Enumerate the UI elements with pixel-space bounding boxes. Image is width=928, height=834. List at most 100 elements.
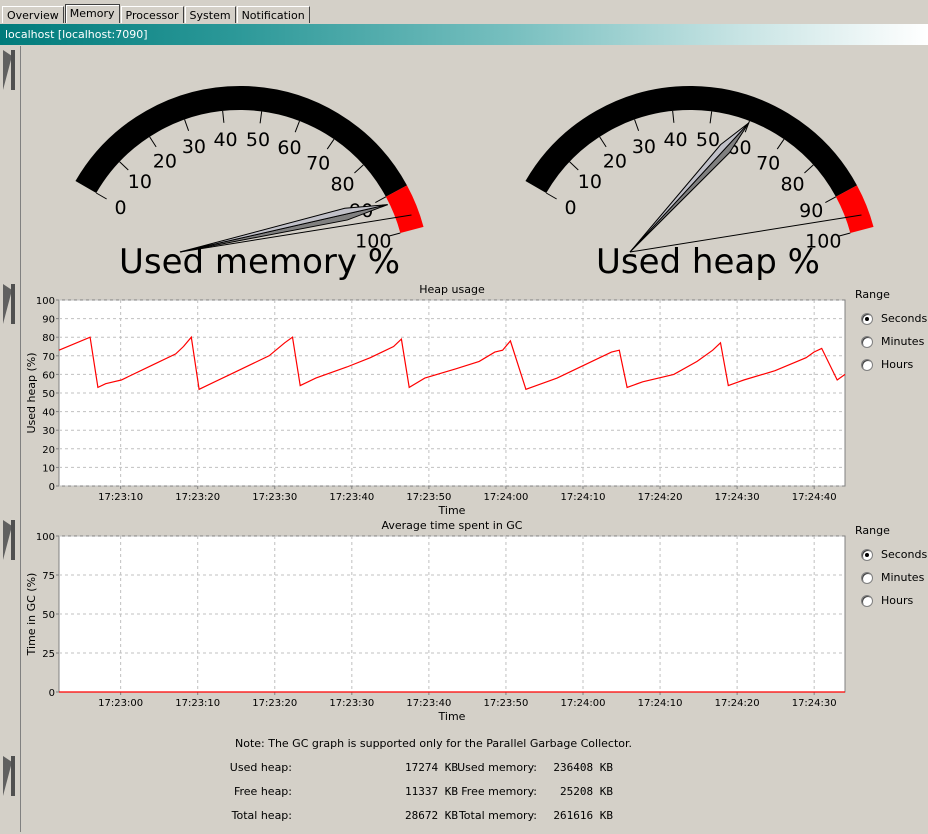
total-memory-value: 261616 KB (553, 809, 613, 822)
heap-range-seconds[interactable]: Seconds (855, 307, 927, 330)
gc-chart-x-tick-label: 17:24:20 (715, 698, 760, 709)
memory-gauge-tick-label: 0 (114, 197, 126, 219)
heap-gauge-tick-label: 0 (564, 197, 576, 219)
heap-chart-x-tick-label: 17:23:10 (98, 492, 143, 503)
used-memory-gauge-title: Used memory % (119, 242, 401, 282)
heap-gauge-tick-label: 50 (696, 129, 720, 151)
heap-gauge-tick-label: 90 (799, 200, 823, 222)
gc-chart-x-axis-label: Time (438, 710, 466, 723)
used-memory-value: 236408 KB (553, 761, 613, 774)
heap-range-title: Range (855, 288, 890, 301)
gc-note: Note: The GC graph is supported only for… (234, 737, 632, 750)
heap-range-hours-label: Hours (881, 358, 914, 371)
heap-gauge-tick-label: 10 (578, 171, 602, 193)
radio-icon[interactable] (861, 312, 873, 325)
memory-gauge-tick (95, 192, 107, 200)
memory-gauge-tick (326, 138, 335, 150)
radio-icon[interactable] (861, 358, 873, 371)
heap-chart-y-tick-label: 70 (42, 352, 55, 363)
heap-chart-y-tick-label: 80 (42, 333, 55, 344)
heap-chart-y-tick-label: 100 (36, 296, 55, 307)
gc-chart-x-tick-label: 17:23:50 (483, 698, 528, 709)
gc-chart-y-tick-label: 0 (49, 688, 55, 699)
heap-gauge-tick (825, 196, 837, 203)
gc-chart-x-tick-label: 17:23:40 (406, 698, 451, 709)
memory-gauge-tick (354, 164, 364, 174)
radio-icon[interactable] (861, 335, 873, 348)
free-memory-value: 25208 KB (560, 785, 613, 798)
heap-chart-y-tick-label: 90 (42, 315, 55, 326)
heap-gauge-tick (776, 138, 785, 150)
memory-gauge-tick-label: 80 (330, 174, 354, 196)
gc-range-hours-label: Hours (881, 594, 914, 607)
memory-gauge-tick-label: 10 (128, 171, 152, 193)
gc-chart-x-tick-label: 17:23:30 (329, 698, 374, 709)
free-heap-label: Free heap: (233, 785, 292, 798)
tab-processor[interactable]: Processor (120, 6, 184, 23)
gc-range-seconds[interactable]: Seconds (855, 543, 927, 566)
used-heap-label: Used heap: (229, 761, 292, 774)
total-heap-label: Total heap: (231, 809, 292, 822)
gc-range-minutes[interactable]: Minutes (855, 566, 927, 589)
gc-chart-x-tick-label: 17:23:10 (175, 698, 220, 709)
gc-range-panel: Range Seconds Minutes Hours (855, 524, 927, 612)
heap-range-minutes[interactable]: Minutes (855, 330, 927, 353)
gc-range-title: Range (855, 524, 890, 537)
gc-chart-y-axis-label: Time in GC (%) (25, 573, 38, 657)
tab-overview[interactable]: Overview (2, 6, 64, 23)
memory-gauge-tick (149, 136, 157, 148)
memory-gauge-tick (375, 196, 387, 203)
collapse-handle-gc-chart[interactable] (3, 520, 15, 560)
radio-icon[interactable] (861, 571, 873, 584)
memory-gauge-tick (184, 119, 190, 132)
collapse-handle-summary[interactable] (3, 756, 15, 796)
gc-range-hours[interactable]: Hours (855, 589, 927, 612)
gc-range-minutes-label: Minutes (881, 571, 925, 584)
free-memory-label: Free memory: (461, 785, 537, 798)
split-pane-gutter (0, 46, 21, 832)
memory-gauge-tick-label: 20 (153, 150, 177, 172)
heap-chart-x-tick-label: 17:23:50 (406, 492, 451, 503)
heap-chart-y-tick-label: 30 (42, 426, 55, 437)
tab-notification[interactable]: Notification (236, 6, 310, 23)
heap-gauge-tick (709, 111, 713, 124)
gc-chart-x-tick-label: 17:23:20 (252, 698, 297, 709)
memory-gauge-tick (259, 111, 263, 124)
heap-usage-chart: Heap usage 0 10 20 30 40 50 60 70 80 90 100 17:23:10… (25, 284, 846, 514)
heap-gauge-tick (599, 136, 607, 148)
heap-chart-x-tick-label: 17:24:30 (715, 492, 760, 503)
gc-chart-x-tick-label: 17:23:00 (98, 698, 143, 709)
heap-gauge-tick (545, 192, 557, 200)
gc-chart-y-tick-label: 100 (36, 532, 55, 543)
memory-gauge-red-zone (385, 185, 424, 234)
gc-chart-y-tick-label: 75 (42, 571, 55, 582)
heap-chart-y-tick-label: 10 (42, 463, 55, 474)
collapse-handle-gauges[interactable] (3, 50, 15, 90)
tab-system[interactable]: System (184, 6, 236, 23)
tab-memory[interactable]: Memory (64, 4, 120, 23)
heap-chart-y-axis-label: Used heap (%) (25, 352, 38, 433)
radio-icon[interactable] (861, 548, 873, 561)
heap-chart-x-tick-label: 17:24:10 (561, 492, 606, 503)
heap-chart-x-tick-label: 17:23:30 (252, 492, 297, 503)
memory-gauge-tick-label: 50 (246, 129, 270, 151)
heap-chart-y-tick-label: 40 (42, 408, 55, 419)
radio-icon[interactable] (861, 594, 873, 607)
connection-title-bar: localhost [localhost:7090] (0, 24, 928, 45)
connection-title: localhost [localhost:7090] (5, 28, 148, 41)
heap-range-seconds-label: Seconds (881, 312, 928, 325)
heap-gauge-tick (804, 164, 814, 174)
heap-gauge-tick-label: 70 (756, 152, 780, 174)
heap-chart-x-tick-label: 17:24:20 (638, 492, 683, 503)
memory-gauge-tick-label: 60 (277, 137, 301, 159)
heap-chart-y-tick-label: 0 (49, 482, 55, 493)
collapse-handle-heap-chart[interactable] (3, 284, 15, 324)
heap-range-panel: Range Seconds Minutes Hours (855, 288, 927, 376)
heap-range-hours[interactable]: Hours (855, 353, 927, 376)
heap-chart-y-tick-label: 20 (42, 445, 55, 456)
heap-gauge-tick-label: 40 (663, 129, 687, 151)
gc-chart-y-tick-label: 25 (42, 649, 55, 660)
memory-summary: Used heap: 17274 KB Used memory: 236408 … (22, 760, 642, 830)
memory-gauge-tick (294, 120, 300, 133)
gc-chart-title: Average time spent in GC (381, 520, 522, 532)
